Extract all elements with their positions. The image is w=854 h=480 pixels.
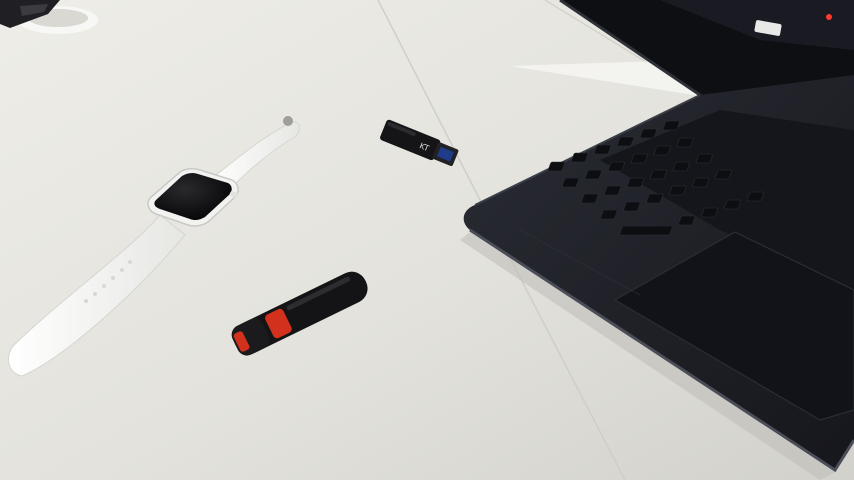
- watch-band-pin: [283, 116, 293, 126]
- photo-scene: KT: [0, 0, 854, 480]
- laptop-status-light: [826, 14, 832, 20]
- desk-photo: KT: [0, 0, 854, 480]
